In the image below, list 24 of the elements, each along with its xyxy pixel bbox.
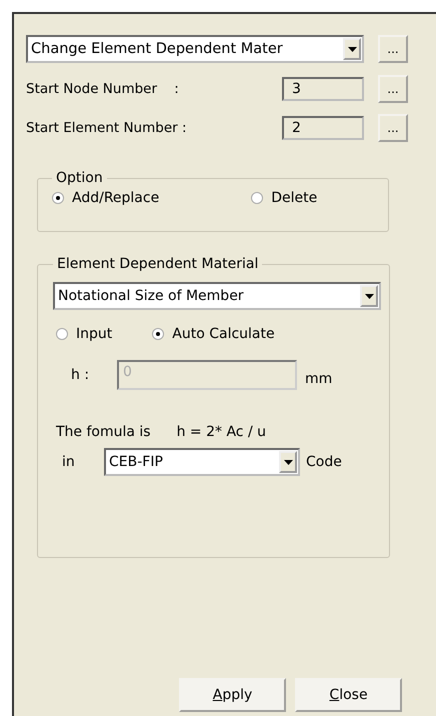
field-label: Start Node Number : <box>26 81 180 97</box>
h-label: h : <box>71 367 90 383</box>
group-title: Option <box>55 170 104 186</box>
number-field[interactable]: 2 <box>282 116 364 140</box>
code-suffix-label: Code <box>306 454 342 470</box>
group-title: Element Dependent Material <box>56 256 260 272</box>
field-label: Start Element Number : <box>26 120 188 136</box>
dialog-button[interactable]: Apply <box>179 678 286 712</box>
code-prefix-label: in <box>61 454 76 470</box>
dialog-button[interactable]: Close <box>295 678 402 712</box>
formula-label: The fomula is <box>56 424 151 440</box>
radio-option[interactable]: Input <box>56 326 112 342</box>
radio-option[interactable]: Add/Replace <box>52 190 160 206</box>
browse-button[interactable]: ... <box>378 35 408 63</box>
number-field[interactable]: 3 <box>282 77 364 101</box>
code-dropdown[interactable]: CEB-FIP <box>104 448 300 476</box>
unit-label: mm <box>305 371 332 387</box>
property-dropdown[interactable]: Notational Size of Member <box>53 282 381 310</box>
command-dropdown[interactable]: Change Element Dependent Mater <box>26 35 364 63</box>
browse-button[interactable]: ... <box>378 114 408 142</box>
browse-button[interactable]: ... <box>378 75 408 103</box>
radio-option[interactable]: Auto Calculate <box>152 326 275 342</box>
formula-text: h = 2* Ac / u <box>176 424 266 440</box>
radio-option[interactable]: Delete <box>251 190 318 206</box>
